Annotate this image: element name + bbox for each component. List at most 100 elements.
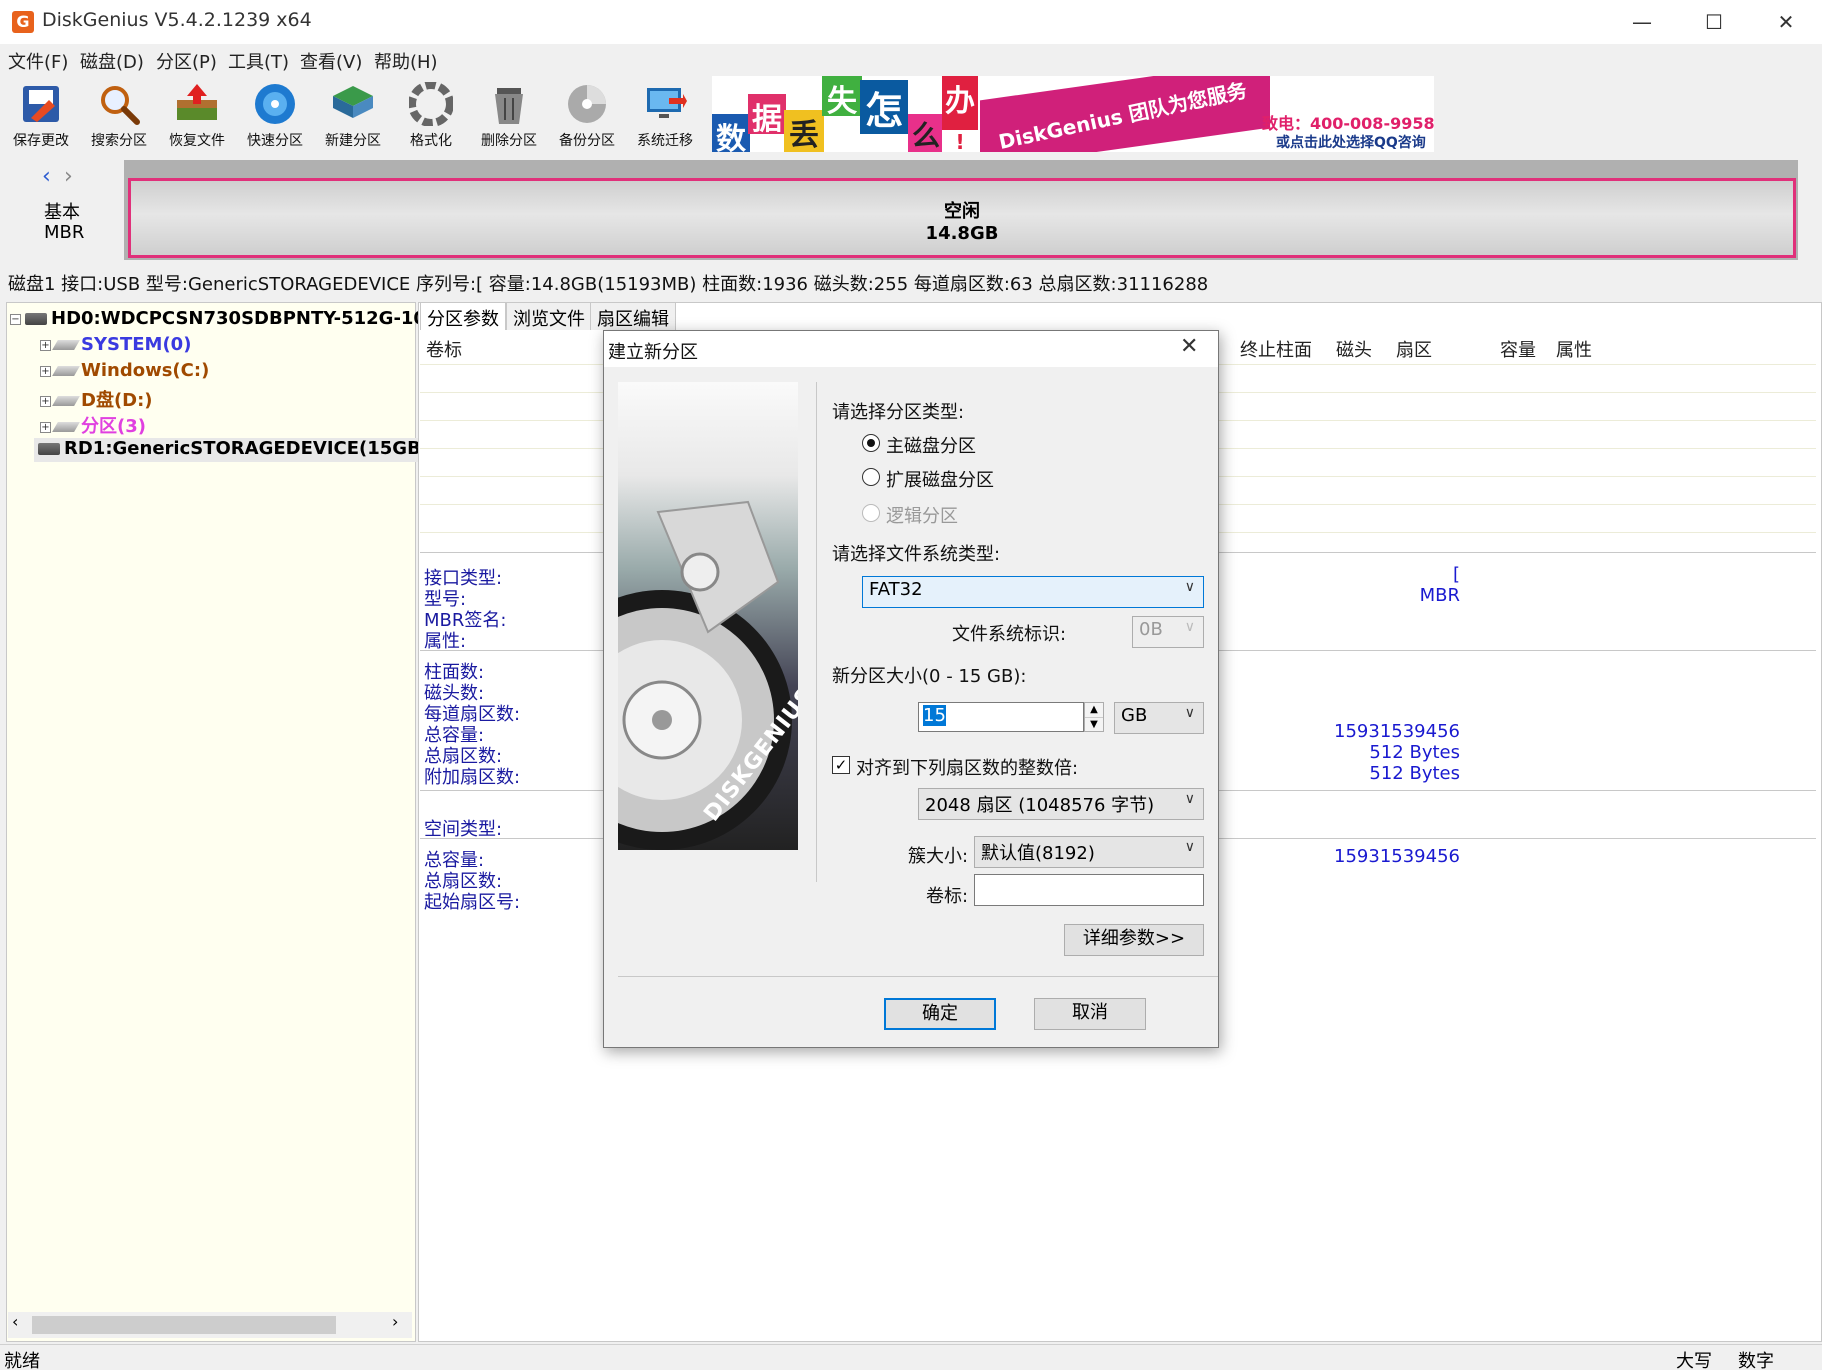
fs-type-dropdown[interactable]: FAT32 ∨ (862, 576, 1204, 608)
migrate-icon (647, 88, 687, 118)
expand-icon[interactable]: + (40, 365, 51, 377)
new-partition-button[interactable]: 新建分区 (314, 80, 392, 154)
tab-browse-files[interactable]: 浏览文件 (506, 302, 592, 330)
column-end-cylinder[interactable]: 终止柱面 (1240, 336, 1312, 362)
scroll-left-icon[interactable]: ‹ (12, 1312, 18, 1331)
cancel-button[interactable]: 取消 (1034, 998, 1146, 1030)
close-window-button[interactable]: ✕ (1750, 0, 1822, 44)
tab-sector-editor[interactable]: 扇区编辑 (590, 302, 676, 330)
align-label[interactable]: 对齐到下列扇区数的整数倍: (856, 754, 1078, 780)
radio-primary-label[interactable]: 主磁盘分区 (886, 432, 976, 458)
hard-disk-icon (38, 443, 60, 455)
tree-node-system[interactable]: + SYSTEM(0) (40, 334, 191, 358)
title-bar: G DiskGenius V5.4.2.1239 x64 — ☐ ✕ (0, 0, 1822, 44)
volume-label-input[interactable] (974, 874, 1204, 906)
menu-partition[interactable]: 分区(P) (156, 48, 217, 74)
chevron-down-icon: ∨ (1184, 705, 1195, 721)
tree-node-windows[interactable]: + Windows(C:) (40, 360, 209, 384)
menu-tools[interactable]: 工具(T) (228, 48, 289, 74)
menu-bar: 文件(F) 磁盘(D) 分区(P) 工具(T) 查看(V) 帮助(H) (0, 44, 1822, 76)
free-space-label: 空闲 (944, 201, 980, 222)
info-partition-table-value: MBR (1419, 585, 1460, 606)
info-space-type: 空间类型: (424, 819, 503, 840)
tree-horizontal-scrollbar[interactable]: ‹ › (8, 1312, 412, 1338)
delete-partition-button[interactable]: 删除分区 (470, 80, 548, 154)
status-text: 就绪 (4, 1351, 40, 1370)
tree-node-d[interactable]: + D盘(D:) (40, 386, 153, 411)
minimize-button[interactable]: — (1606, 0, 1678, 44)
search-partition-button[interactable]: 搜索分区 (80, 80, 158, 154)
info-sector-size-value: 512 Bytes (1369, 742, 1460, 763)
banner-char: 数 (712, 114, 750, 152)
partition-icon (52, 340, 80, 350)
scroll-right-icon[interactable]: › (392, 1312, 398, 1331)
menu-view[interactable]: 查看(V) (300, 48, 362, 74)
ad-banner[interactable]: 数 据 丢 失 怎 么 办 ! DiskGenius 团队为您服务 致电：400… (712, 76, 1434, 152)
radio-logical-label: 逻辑分区 (886, 506, 958, 527)
banner-qq: 或点击此处选择QQ咨询 (1276, 135, 1426, 151)
tree-node-part3[interactable]: + 分区(3) (40, 412, 146, 437)
info-phys-sector-value: 512 Bytes (1369, 763, 1460, 784)
menu-file[interactable]: 文件(F) (8, 48, 68, 74)
format-button[interactable]: 格式化 (392, 80, 470, 154)
tree-node-label: SYSTEM(0) (81, 334, 192, 355)
partition-icon (52, 396, 80, 406)
radio-extended-label[interactable]: 扩展磁盘分区 (886, 466, 994, 492)
info-bytes-value-2: 15931539456 (1334, 846, 1460, 867)
backup-partition-button[interactable]: 备份分区 (548, 80, 626, 154)
menu-disk[interactable]: 磁盘(D) (80, 48, 144, 74)
prev-disk-icon[interactable]: ‹ (42, 164, 51, 189)
menu-help[interactable]: 帮助(H) (374, 48, 438, 74)
size-input[interactable]: 15 (918, 702, 1084, 732)
status-bar: 就绪 大写 数字 (0, 1344, 1822, 1370)
disk-scheme-label: MBR (44, 222, 85, 243)
banner-char: 么 (908, 114, 944, 152)
fs-type-value: FAT32 (869, 579, 923, 600)
quick-partition-button[interactable]: 快速分区 (236, 80, 314, 154)
radio-primary-partition[interactable] (862, 434, 880, 452)
spin-up-icon[interactable]: ▲ (1085, 703, 1103, 718)
scrollbar-thumb[interactable] (32, 1316, 336, 1334)
expand-icon[interactable]: + (40, 421, 51, 433)
partition-icon (52, 422, 80, 432)
radio-extended-partition[interactable] (862, 468, 880, 486)
column-volume[interactable]: 卷标 (426, 336, 462, 362)
column-sector[interactable]: 扇区 (1396, 336, 1432, 362)
chevron-down-icon: ∨ (1184, 619, 1195, 635)
cluster-size-value: 默认值(8192) (981, 843, 1095, 864)
recover-files-button[interactable]: 恢复文件 (158, 80, 236, 154)
dialog-close-button[interactable]: ✕ (1180, 334, 1198, 359)
free-space-block[interactable]: 空闲 14.8GB (128, 178, 1796, 258)
system-migrate-button[interactable]: 系统迁移 (626, 80, 704, 154)
tree-node-label: Windows(C:) (81, 360, 210, 381)
size-spinner[interactable]: ▲ ▼ (1084, 702, 1104, 732)
expand-icon[interactable]: + (40, 395, 51, 407)
tab-partition-params[interactable]: 分区参数 (420, 302, 506, 330)
size-unit-value: GB (1121, 705, 1148, 726)
save-changes-button[interactable]: 保存更改 (2, 80, 80, 154)
collapse-icon[interactable]: − (10, 313, 21, 325)
disk-type-label: 基本 (44, 202, 80, 223)
fs-id-dropdown: 0B ∨ (1132, 616, 1204, 648)
tree-node-hd0[interactable]: − HD0:WDCPCSN730SDBPNTY-512G-10. (10, 308, 433, 332)
column-head[interactable]: 磁头 (1336, 336, 1372, 362)
ok-button[interactable]: 确定 (884, 998, 996, 1030)
align-checkbox[interactable]: ✓ (832, 756, 850, 774)
info-attribute: 属性: (424, 631, 467, 652)
spin-down-icon[interactable]: ▼ (1085, 718, 1103, 732)
expand-icon[interactable]: + (40, 339, 51, 351)
next-disk-icon[interactable]: › (64, 164, 73, 189)
maximize-button[interactable]: ☐ (1678, 0, 1750, 44)
size-unit-dropdown[interactable]: GB ∨ (1114, 702, 1204, 734)
hard-disk-icon (618, 500, 792, 850)
details-button[interactable]: 详细参数>> (1064, 924, 1204, 956)
cluster-size-label: 簇大小: (908, 846, 969, 867)
align-sectors-dropdown[interactable]: 2048 扇区 (1048576 字节) ∨ (918, 788, 1204, 820)
hard-disk-icon (25, 313, 47, 325)
banner-char: 怎 (860, 80, 908, 134)
column-attribute[interactable]: 属性 (1556, 336, 1592, 362)
info-start-sector: 起始扇区号: (424, 892, 521, 913)
tree-node-rd1[interactable]: RD1:GenericSTORAGEDEVICE(15GB) (34, 438, 430, 462)
column-capacity[interactable]: 容量 (1500, 336, 1536, 362)
cluster-size-dropdown[interactable]: 默认值(8192) ∨ (974, 836, 1204, 868)
